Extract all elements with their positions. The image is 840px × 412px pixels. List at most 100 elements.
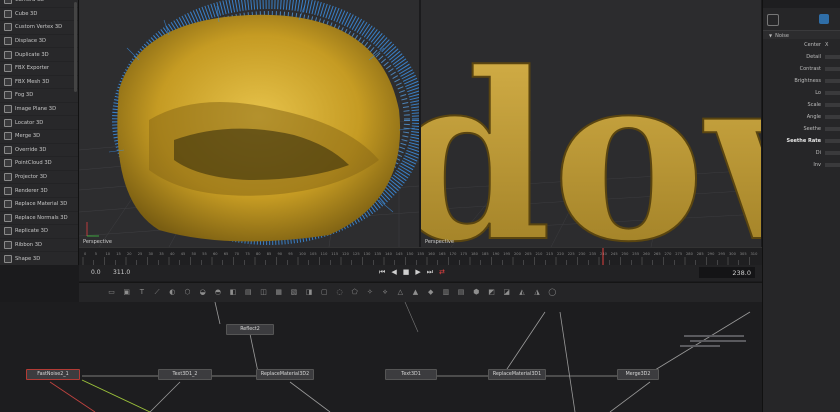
current-time-field[interactable]: 238.0 bbox=[699, 267, 755, 278]
tool-list-item[interactable]: Custom Vertex 3D bbox=[0, 21, 78, 35]
tool-icon bbox=[4, 132, 12, 141]
node-reflect[interactable]: Reflect2 bbox=[226, 324, 274, 335]
node-fastnoise[interactable]: FastNoise2_1 bbox=[26, 369, 80, 380]
ruler-tick-label: 60 bbox=[213, 252, 218, 256]
viewer-right[interactable]: dow Perspective bbox=[421, 0, 761, 247]
stop-icon[interactable]: ■ bbox=[403, 268, 416, 276]
tool-list-item[interactable]: Renderer 3D bbox=[0, 184, 78, 198]
node-text3d-1[interactable]: Text3D1 bbox=[385, 369, 437, 380]
toolbar-tool-icon[interactable]: ▦ bbox=[274, 288, 283, 297]
toolbar-tool-icon[interactable]: ✧ bbox=[365, 288, 374, 297]
render-end-value[interactable]: 311.0 bbox=[113, 269, 130, 276]
toolbar-tool-icon[interactable]: ▭ bbox=[107, 288, 116, 297]
param-slider[interactable] bbox=[825, 115, 840, 119]
tool-list-item[interactable]: Displace 3D bbox=[0, 35, 78, 49]
noise-section-header[interactable]: ▼ Noise bbox=[763, 30, 840, 39]
tool-list-item[interactable]: Ribbon 3D bbox=[0, 239, 78, 253]
viewer-left[interactable]: Perspective bbox=[79, 0, 419, 247]
tool-list-item[interactable]: Projector 3D bbox=[0, 171, 78, 185]
inspector-active-tab-icon[interactable] bbox=[819, 14, 829, 24]
toolbar-tool-icon[interactable]: ◪ bbox=[502, 288, 511, 297]
toolbar-tool-icon[interactable]: ◩ bbox=[487, 288, 496, 297]
param-row[interactable]: Seethe Rate bbox=[763, 136, 840, 146]
param-row[interactable]: Seethe bbox=[763, 124, 840, 134]
node-editor[interactable]: Reflect2 FastNoise2_1 Text3D1_2 ReplaceM… bbox=[0, 302, 762, 412]
node-replace-material-2[interactable]: ReplaceMaterial3D2 bbox=[256, 369, 314, 380]
tool-list-item[interactable]: Image Plane 3D bbox=[0, 103, 78, 117]
toolbar-tool-icon[interactable]: ▤ bbox=[244, 288, 253, 297]
tool-list-item[interactable]: Replace Normals 3D bbox=[0, 212, 78, 226]
inspector-tab-icon[interactable] bbox=[767, 14, 779, 26]
toolbar-tool-icon[interactable]: ▣ bbox=[122, 288, 131, 297]
toolbar-tool-icon[interactable]: ▢ bbox=[320, 288, 329, 297]
render-start-value[interactable]: 0.0 bbox=[91, 269, 101, 276]
toolbar-tool-icon[interactable]: ⬠ bbox=[350, 288, 359, 297]
param-row[interactable]: Center X bbox=[763, 40, 840, 50]
toolbar-tool-icon[interactable]: ◮ bbox=[533, 288, 542, 297]
toolbar-tool-icon[interactable]: ▥ bbox=[441, 288, 450, 297]
toolbar-tool-icon[interactable]: T bbox=[137, 288, 146, 297]
param-slider[interactable] bbox=[825, 151, 840, 155]
tool-list-item[interactable]: FBX Exporter bbox=[0, 62, 78, 76]
param-slider[interactable] bbox=[825, 55, 840, 59]
tool-list-item[interactable]: Cube 3D bbox=[0, 8, 78, 22]
tool-list-item[interactable]: Camera 3D bbox=[0, 0, 78, 8]
toolbar-tool-icon[interactable]: ◯ bbox=[548, 288, 557, 297]
toolbar-tool-icon[interactable]: ⬡ bbox=[183, 288, 192, 297]
tool-list-item[interactable]: Replicate 3D bbox=[0, 225, 78, 239]
param-row[interactable]: Detail bbox=[763, 52, 840, 62]
toolbar-tool-icon[interactable]: ◐ bbox=[168, 288, 177, 297]
tool-list-item[interactable]: Duplicate 3D bbox=[0, 48, 78, 62]
toolbar-tool-icon[interactable]: ◫ bbox=[259, 288, 268, 297]
node-text3d-2[interactable]: Text3D1_2 bbox=[158, 369, 212, 380]
toolbar-tool-icon[interactable]: ◨ bbox=[305, 288, 314, 297]
loop-icon[interactable]: ⇄ bbox=[439, 268, 451, 276]
skip-start-icon[interactable]: ⏮ bbox=[379, 268, 391, 276]
play-icon[interactable]: ▶ bbox=[415, 268, 426, 276]
tool-list-panel: Camera 3D Cube 3D Custom Vertex 3D Displace… bbox=[0, 0, 79, 265]
toolbar-tool-icon[interactable]: ◓ bbox=[213, 288, 222, 297]
param-row[interactable]: Brightness bbox=[763, 76, 840, 86]
param-row[interactable]: Lo bbox=[763, 88, 840, 98]
param-slider[interactable] bbox=[825, 163, 840, 167]
param-row[interactable]: Scale bbox=[763, 100, 840, 110]
tool-list-item[interactable]: PointCloud 3D bbox=[0, 157, 78, 171]
toolbar-tool-icon[interactable]: ⬢ bbox=[472, 288, 481, 297]
toolbar-tool-icon[interactable]: ⟋ bbox=[153, 288, 162, 297]
param-row[interactable]: Contrast bbox=[763, 64, 840, 74]
step-back-icon[interactable]: ◀ bbox=[391, 268, 402, 276]
toolbar-tool-icon[interactable]: ▤ bbox=[457, 288, 466, 297]
node-replace-material-1[interactable]: ReplaceMaterial3D1 bbox=[488, 369, 546, 380]
ruler-tick-label: 80 bbox=[256, 252, 261, 256]
tool-list-item[interactable]: Merge 3D bbox=[0, 130, 78, 144]
toolbar-tool-icon[interactable]: ◆ bbox=[426, 288, 435, 297]
param-slider[interactable] bbox=[825, 103, 840, 107]
param-row[interactable]: Di bbox=[763, 148, 840, 158]
toolbar-tool-icon[interactable]: ◧ bbox=[229, 288, 238, 297]
param-row[interactable]: Inv bbox=[763, 160, 840, 170]
toolbar-tool-icon[interactable]: △ bbox=[396, 288, 405, 297]
param-slider[interactable] bbox=[825, 91, 840, 95]
timeline-ruler[interactable]: 0 5 10 15 20 25 30 35 40 45 50 55 60 65 70 75 80 85 90 95 10… bbox=[79, 247, 762, 266]
toolbar-tool-icon[interactable]: ◭ bbox=[517, 288, 526, 297]
tool-list-item[interactable]: Shape 3D bbox=[0, 252, 78, 265]
node-merge3d[interactable]: Merge3D2 bbox=[617, 369, 659, 380]
tool-list-item[interactable]: FBX Mesh 3D bbox=[0, 76, 78, 90]
tool-list-item[interactable]: Fog 3D bbox=[0, 89, 78, 103]
skip-end-icon[interactable]: ⏭ bbox=[427, 268, 439, 276]
ruler-tick-label: 190 bbox=[493, 252, 501, 256]
toolbar-tool-icon[interactable]: ⟡ bbox=[381, 288, 390, 297]
toolbar-tool-icon[interactable]: ▧ bbox=[289, 288, 298, 297]
tool-list-item[interactable]: Locator 3D bbox=[0, 116, 78, 130]
toolbar-tool-icon[interactable]: ▲ bbox=[411, 288, 420, 297]
param-slider[interactable] bbox=[825, 79, 840, 83]
toolbar-tool-icon[interactable]: ◒ bbox=[198, 288, 207, 297]
tool-list-item[interactable]: Replace Material 3D bbox=[0, 198, 78, 212]
param-slider[interactable] bbox=[825, 139, 840, 143]
param-row[interactable]: Angle bbox=[763, 112, 840, 122]
param-slider[interactable] bbox=[825, 67, 840, 71]
toolbar-tool-icon[interactable]: ◌ bbox=[335, 288, 344, 297]
tool-list-scrollbar[interactable] bbox=[74, 2, 77, 92]
param-slider[interactable] bbox=[825, 127, 840, 131]
tool-list-item[interactable]: Override 3D bbox=[0, 144, 78, 158]
